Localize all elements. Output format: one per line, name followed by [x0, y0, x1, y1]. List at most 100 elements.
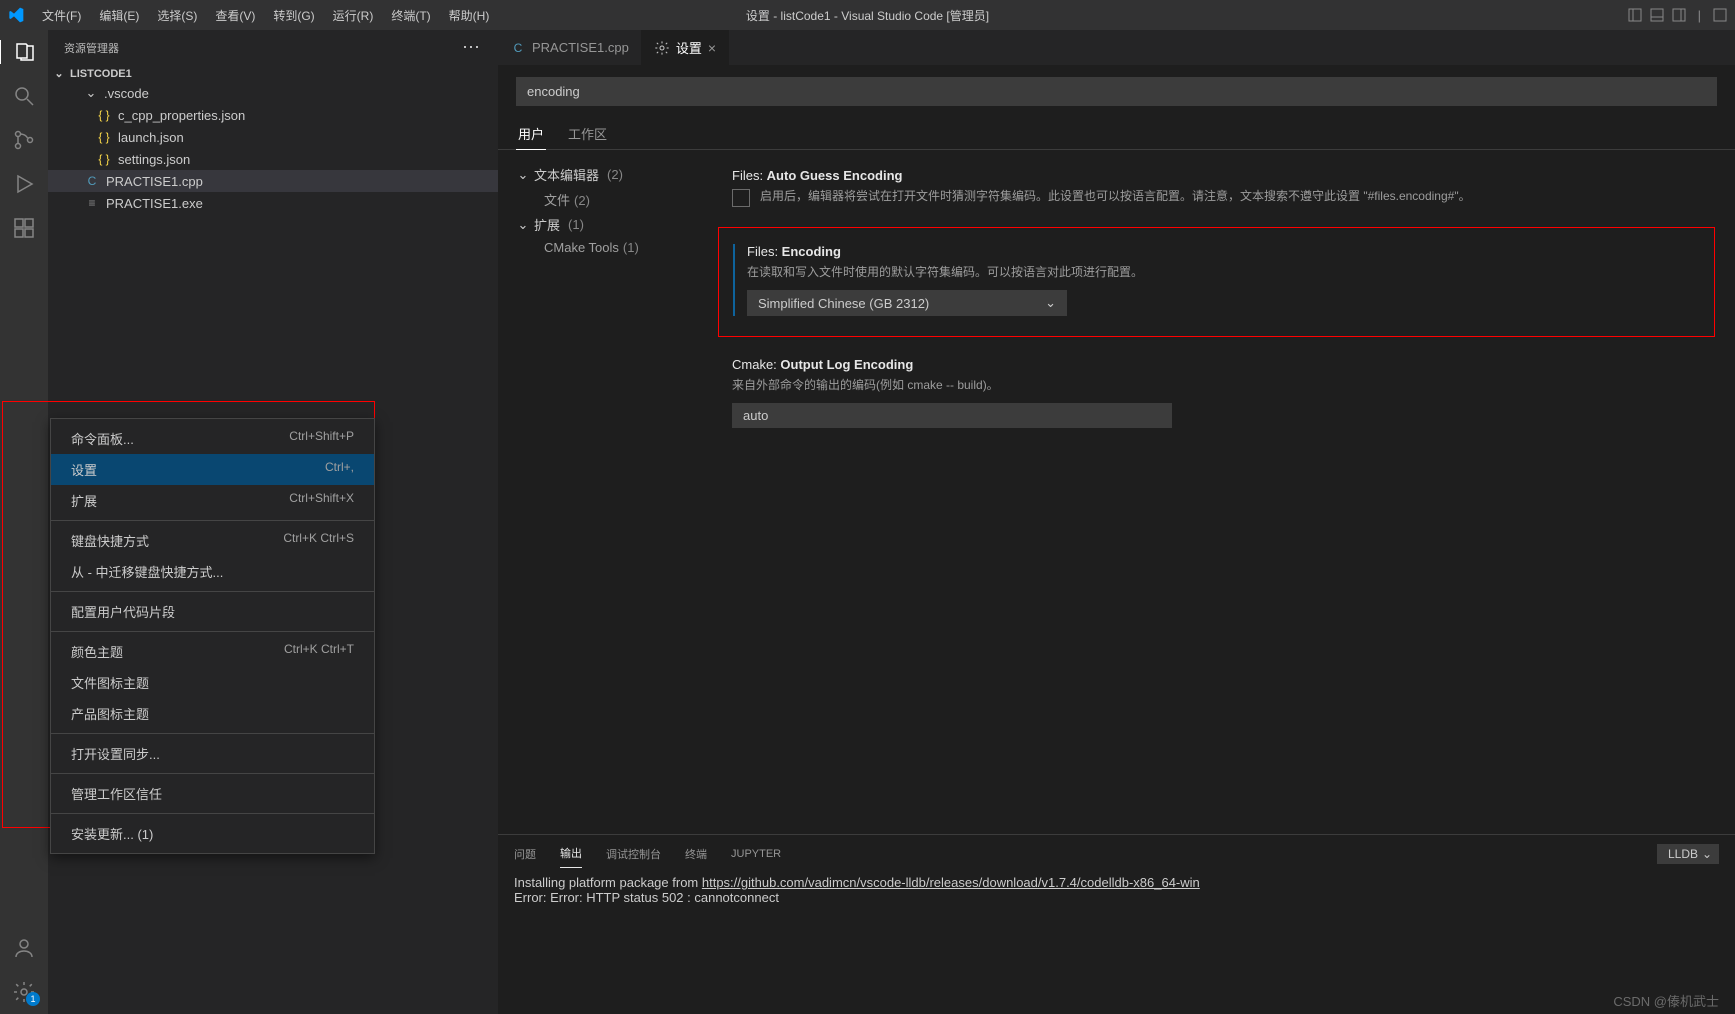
menu-select[interactable]: 选择(S) [149, 3, 205, 28]
panel-tab-debug-console[interactable]: 调试控制台 [606, 840, 661, 868]
close-icon[interactable]: × [708, 40, 716, 56]
setting-cmake-output-log-encoding: Cmake: Output Log Encoding 来自外部命令的输出的编码(… [718, 357, 1715, 428]
menu-separator [51, 813, 374, 814]
json-file-icon: { } [96, 108, 112, 122]
toc-text-editor[interactable]: ⌄文本编辑器(2) [516, 162, 698, 187]
file-item[interactable]: C PRACTISE1.cpp [48, 170, 498, 192]
file-item[interactable]: { } launch.json [48, 126, 498, 148]
menu-item-label: 命令面板... [71, 429, 289, 448]
menu-goto[interactable]: 转到(G) [265, 3, 322, 28]
chevron-down-icon: ⌄ [1045, 295, 1056, 311]
vscode-logo-icon [8, 7, 24, 23]
sidebar-more-icon[interactable]: ⋯ [462, 37, 482, 58]
accounts-icon[interactable] [12, 936, 36, 960]
setting-description: 在读取和写入文件时使用的默认字符集编码。可以按语言对此项进行配置。 [747, 263, 1700, 282]
panel-tab-problems[interactable]: 问题 [514, 840, 536, 868]
file-label: .vscode [104, 86, 149, 101]
context-menu-item[interactable]: 设置Ctrl+, [51, 454, 374, 485]
project-header[interactable]: ⌄ LISTCODE1 [48, 65, 498, 82]
panel-tab-jupyter[interactable]: JUPYTER [731, 842, 781, 866]
menu-item-label: 扩展 [71, 491, 289, 510]
menu-separator [51, 591, 374, 592]
cpp-file-icon: C [510, 41, 526, 55]
extensions-icon[interactable] [12, 216, 36, 240]
context-menu-item[interactable]: 文件图标主题 [51, 667, 374, 698]
settings-search-input[interactable] [516, 77, 1717, 106]
input-cmake-encoding[interactable] [732, 403, 1172, 428]
file-label: PRACTISE1.exe [106, 196, 203, 211]
folder-item[interactable]: ⌄.vscode [48, 82, 498, 104]
highlight-box: Files: Encoding 在读取和写入文件时使用的默认字符集编码。可以按语… [718, 227, 1715, 337]
context-menu-item[interactable]: 管理工作区信任 [51, 778, 374, 809]
menu-item-label: 从 - 中迁移键盘快捷方式... [71, 562, 354, 581]
file-item[interactable]: { }settings.json [48, 148, 498, 170]
menu-separator [51, 773, 374, 774]
file-label: PRACTISE1.cpp [106, 174, 203, 189]
context-menu-item[interactable]: 扩展Ctrl+Shift+X [51, 485, 374, 516]
watermark: CSDN @傣机武士 [1613, 991, 1719, 1010]
panel-tab-terminal[interactable]: 终端 [685, 840, 707, 868]
gear-icon [654, 40, 670, 56]
scope-workspace[interactable]: 工作区 [566, 118, 609, 149]
file-label: settings.json [118, 152, 190, 167]
dropdown-value: Simplified Chinese (GB 2312) [758, 296, 929, 311]
context-menu-item[interactable]: 打开设置同步... [51, 738, 374, 769]
menu-bar: 文件(F) 编辑(E) 选择(S) 查看(V) 转到(G) 运行(R) 终端(T… [34, 3, 497, 28]
file-item[interactable]: ≡PRACTISE1.exe [48, 192, 498, 214]
toc-extensions[interactable]: ⌄扩展(1) [516, 212, 698, 237]
layout-icon-1[interactable] [1628, 8, 1642, 22]
manage-gear-icon[interactable]: 1 [12, 980, 36, 1004]
title-bar: 文件(F) 编辑(E) 选择(S) 查看(V) 转到(G) 运行(R) 终端(T… [0, 0, 1735, 30]
setting-auto-guess-encoding: Files: Auto Guess Encoding 启用后，编辑器将尝试在打开… [718, 168, 1715, 207]
toc-cmake-tools[interactable]: CMake Tools(1) [516, 237, 698, 258]
menu-item-label: 管理工作区信任 [71, 784, 354, 803]
menu-terminal[interactable]: 终端(T) [383, 3, 438, 28]
chevron-down-icon: ⌄ [516, 217, 530, 233]
context-menu-item[interactable]: 命令面板...Ctrl+Shift+P [51, 423, 374, 454]
context-menu-item[interactable]: 从 - 中迁移键盘快捷方式... [51, 556, 374, 587]
tab-bar: C PRACTISE1.cpp 设置 × [498, 30, 1735, 65]
search-icon[interactable] [12, 84, 36, 108]
output-content[interactable]: Installing platform package from https:/… [498, 869, 1735, 1014]
setting-description: 启用后，编辑器将尝试在打开文件时猜测字符集编码。此设置也可以按语言配置。请注意，… [760, 187, 1471, 207]
layout-icon-4[interactable] [1713, 8, 1727, 22]
divider: | [1698, 8, 1701, 23]
menu-item-shortcut: Ctrl+, [325, 460, 354, 479]
toc-files[interactable]: 文件(2) [516, 187, 698, 212]
menu-separator [51, 631, 374, 632]
tab-settings[interactable]: 设置 × [642, 30, 729, 65]
explorer-icon[interactable] [0, 40, 47, 64]
editor-area: C PRACTISE1.cpp 设置 × 用户 工作区 ⌄文本编辑器(2) 文件… [498, 30, 1735, 1014]
menu-item-label: 设置 [71, 460, 325, 479]
menu-file[interactable]: 文件(F) [34, 3, 89, 28]
layout-icon-2[interactable] [1650, 8, 1664, 22]
source-control-icon[interactable] [12, 128, 36, 152]
project-name: LISTCODE1 [70, 68, 132, 80]
context-menu-item[interactable]: 键盘快捷方式Ctrl+K Ctrl+S [51, 525, 374, 556]
menu-edit[interactable]: 编辑(E) [91, 3, 147, 28]
context-menu-item[interactable]: 产品图标主题 [51, 698, 374, 729]
scope-user[interactable]: 用户 [516, 118, 546, 150]
settings-toc: ⌄文本编辑器(2) 文件(2) ⌄扩展(1) CMake Tools(1) [498, 150, 698, 834]
output-channel-selector[interactable]: LLDB ⌄ [1657, 844, 1719, 864]
context-menu-item[interactable]: 颜色主题Ctrl+K Ctrl+T [51, 636, 374, 667]
menu-item-label: 键盘快捷方式 [71, 531, 283, 550]
menu-separator [51, 520, 374, 521]
tab-practise1-cpp[interactable]: C PRACTISE1.cpp [498, 30, 642, 65]
context-menu-item[interactable]: 安装更新... (1) [51, 818, 374, 849]
json-file-icon: { } [96, 130, 112, 144]
file-label: launch.json [118, 130, 184, 145]
file-item[interactable]: { }c_cpp_properties.json [48, 104, 498, 126]
menu-view[interactable]: 查看(V) [207, 3, 263, 28]
layout-icon-3[interactable] [1672, 8, 1686, 22]
menu-help[interactable]: 帮助(H) [441, 3, 498, 28]
cpp-file-icon: C [84, 174, 100, 188]
menu-run[interactable]: 运行(R) [325, 3, 382, 28]
context-menu-item[interactable]: 配置用户代码片段 [51, 596, 374, 627]
panel-tab-output[interactable]: 输出 [560, 839, 582, 868]
activity-bar: 1 [0, 30, 48, 1014]
checkbox-auto-guess[interactable] [732, 189, 750, 207]
dropdown-files-encoding[interactable]: Simplified Chinese (GB 2312) ⌄ [747, 290, 1067, 316]
manage-context-menu: 命令面板...Ctrl+Shift+P设置Ctrl+,扩展Ctrl+Shift+… [50, 418, 375, 854]
run-debug-icon[interactable] [12, 172, 36, 196]
